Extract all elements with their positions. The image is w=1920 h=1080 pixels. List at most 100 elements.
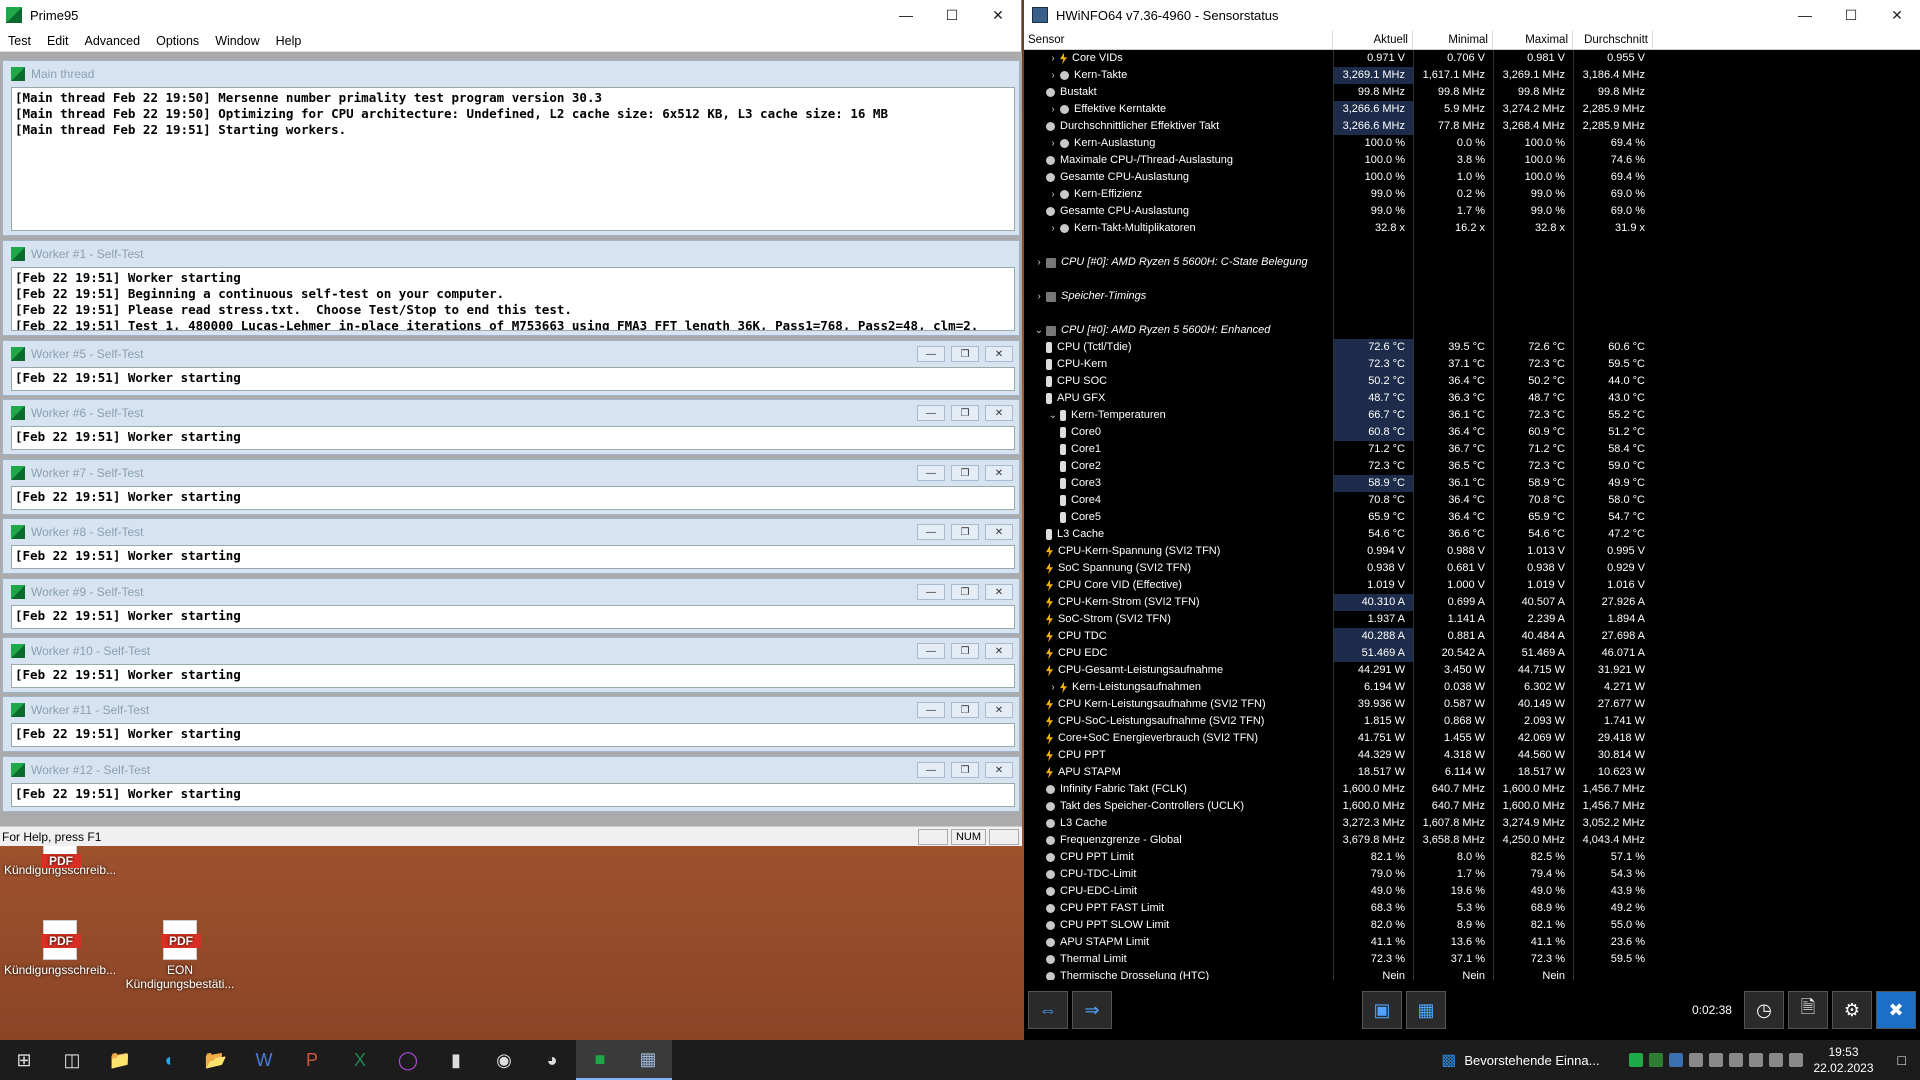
expand-chevron-icon[interactable]: › [1046, 50, 1060, 67]
epic-games-icon[interactable]: ▮ [432, 1040, 480, 1080]
maximize-button[interactable]: ☐ [929, 0, 975, 30]
notifications-icon[interactable]: □ [1898, 1052, 1906, 1068]
sensor-row[interactable]: L3 Cache 54.6 °C 36.6 °C 54.6 °C 47.2 °C [1024, 526, 1920, 543]
network-icon[interactable] [1689, 1053, 1704, 1067]
sensor-row[interactable]: Core0 60.8 °C 36.4 °C 60.9 °C 51.2 °C [1024, 424, 1920, 441]
minimize-button[interactable]: — [917, 405, 945, 421]
nvidia-icon[interactable] [1649, 1053, 1664, 1067]
sensor-row[interactable]: ⌄ Kern-Temperaturen 66.7 °C 36.1 °C 72.3 °C 5… [1024, 407, 1920, 424]
restore-button[interactable]: ❐ [951, 702, 979, 718]
close-button[interactable]: ✕ [985, 584, 1013, 600]
prime95-tray-icon[interactable] [1629, 1053, 1644, 1067]
sensor-row[interactable]: Durchschnittlicher Effektiver Takt 3,266.… [1024, 118, 1920, 135]
sensor-row[interactable]: › Kern-Effizienz 99.0 % 0.2 % 99.0 % 69.0 % [1024, 186, 1920, 203]
clock[interactable]: 19:53 22.02.2023 [1813, 1044, 1873, 1076]
expand-chevron-icon[interactable]: › [1046, 186, 1060, 203]
battery-icon[interactable] [1749, 1053, 1764, 1067]
word-icon[interactable]: W [240, 1040, 288, 1080]
maximize-button[interactable]: ☐ [1828, 0, 1874, 30]
sensor-row[interactable]: › Kern-Leistungsaufnahmen 6.194 W 0.038 W 6.… [1024, 679, 1920, 696]
close-button[interactable]: ✕ [985, 465, 1013, 481]
expand-chevron-icon[interactable]: › [1046, 101, 1060, 118]
hwinfo-tray-icon[interactable] [1669, 1053, 1684, 1067]
folder-icon[interactable]: 📂 [192, 1040, 240, 1080]
expand-chevron-icon[interactable]: › [1032, 288, 1046, 305]
sensor-row[interactable]: APU STAPM 18.517 W 6.114 W 18.517 W 10.623 W [1024, 764, 1920, 781]
layout-icon[interactable]: ▦ [1405, 991, 1446, 1029]
sensor-row[interactable]: Core3 58.9 °C 36.1 °C 58.9 °C 49.9 °C [1024, 475, 1920, 492]
minimize-button[interactable]: — [917, 465, 945, 481]
sensor-row[interactable]: CPU PPT SLOW Limit 82.0 % 8.9 % 82.1 % 55.0 … [1024, 917, 1920, 934]
steam-icon[interactable]: ◕ [528, 1040, 576, 1080]
sensor-row[interactable]: SoC-Strom (SVI2 TFN) 1.937 A 1.141 A 2.239 … [1024, 611, 1920, 628]
notification-item[interactable]: ▩ Bevorstehende Einna... [1441, 1050, 1599, 1070]
expand-chevron-icon[interactable]: › [1046, 679, 1060, 696]
minimize-button[interactable]: — [917, 346, 945, 362]
worker-window[interactable]: Worker #7 - Self-Test — ❐ ✕ [Feb 22 19:51] … [2, 459, 1020, 515]
restore-button[interactable]: ❐ [951, 643, 979, 659]
sensor-row[interactable]: CPU (Tctl/Tdie) 72.6 °C 39.5 °C 72.6 °C 60.6… [1024, 339, 1920, 356]
close-button[interactable]: ✕ [985, 702, 1013, 718]
close-button[interactable]: ✕ [985, 346, 1013, 362]
sensor-row[interactable]: › Core VIDs 0.971 V 0.706 V 0.981 V 0.955 V [1024, 50, 1920, 67]
minimize-button[interactable]: — [917, 762, 945, 778]
sensor-group-row[interactable]: ⌄ CPU [#0]: AMD Ryzen 5 5600H: Enhanced [1024, 322, 1920, 339]
worker-window[interactable]: Worker #8 - Self-Test — ❐ ✕ [Feb 22 19:51] … [2, 518, 1020, 574]
sensor-row[interactable]: Core5 65.9 °C 36.4 °C 65.9 °C 54.7 °C [1024, 509, 1920, 526]
sensor-row[interactable]: CPU-Gesamt-Leistungsaufnahme 44.291 W 3.45… [1024, 662, 1920, 679]
column-header-avg[interactable]: Durchschnitt [1573, 30, 1653, 50]
restore-button[interactable]: ❐ [951, 346, 979, 362]
sensor-row[interactable]: Maximale CPU-/Thread-Auslastung 100.0 % 3.… [1024, 152, 1920, 169]
sensor-row[interactable] [1024, 237, 1920, 254]
minimize-button[interactable]: — [917, 524, 945, 540]
sensor-row[interactable]: › Kern-Auslastung 100.0 % 0.0 % 100.0 % 69.4 … [1024, 135, 1920, 152]
minimize-button[interactable]: — [883, 0, 929, 30]
powerpoint-icon[interactable]: P [288, 1040, 336, 1080]
minimize-button[interactable]: — [917, 702, 945, 718]
expand-chevron-icon[interactable]: › [1046, 220, 1060, 237]
sensor-row[interactable]: Core4 70.8 °C 36.4 °C 70.8 °C 58.0 °C [1024, 492, 1920, 509]
sensor-row[interactable]: CPU PPT FAST Limit 68.3 % 5.3 % 68.9 % 49.2 … [1024, 900, 1920, 917]
log-file-icon[interactable]: 🗎 [1787, 991, 1828, 1029]
sensor-row[interactable]: Infinity Fabric Takt (FCLK) 1,600.0 MHz 64… [1024, 781, 1920, 798]
sensor-row[interactable]: Thermische Drosselung (HTC) Nein Nein Nein [1024, 968, 1920, 980]
sensor-row[interactable]: SoC Spannung (SVI2 TFN) 0.938 V 0.681 V 0.9… [1024, 560, 1920, 577]
sensor-group-row[interactable]: › CPU [#0]: AMD Ryzen 5 5600H: C-State Be… [1024, 254, 1920, 271]
restore-button[interactable]: ❐ [951, 405, 979, 421]
close-icon[interactable]: ✖ [1875, 991, 1916, 1029]
arrows-left-right-icon[interactable]: ⇔ [1028, 991, 1068, 1029]
network-icon[interactable]: ▣ [1361, 991, 1402, 1029]
expand-chevron-icon[interactable]: ⌄ [1032, 322, 1046, 339]
main-thread-window[interactable]: Main thread [Main thread Feb 22 19:50] M… [2, 60, 1020, 236]
file-explorer-icon[interactable]: 📁 [96, 1040, 144, 1080]
sensor-row[interactable]: CPU TDC 40.288 A 0.881 A 40.484 A 27.698 A [1024, 628, 1920, 645]
sensor-row[interactable] [1024, 271, 1920, 288]
close-button[interactable]: ✕ [1874, 0, 1920, 30]
sensor-row[interactable]: CPU-Kern-Spannung (SVI2 TFN) 0.994 V 0.988… [1024, 543, 1920, 560]
menu-help[interactable]: Help [268, 34, 310, 48]
worker-window[interactable]: Worker #10 - Self-Test — ❐ ✕ [Feb 22 19:51]… [2, 637, 1020, 693]
sensor-row[interactable]: CPU-Kern-Strom (SVI2 TFN) 40.310 A 0.699 A… [1024, 594, 1920, 611]
expand-chevron-icon[interactable]: › [1046, 67, 1060, 84]
worker-window[interactable]: Worker #9 - Self-Test — ❐ ✕ [Feb 22 19:51] … [2, 578, 1020, 634]
sensor-row[interactable]: Core+SoC Energieverbrauch (SVI2 TFN) 41.7… [1024, 730, 1920, 747]
sensor-row[interactable]: CPU Kern-Leistungsaufnahme (SVI2 TFN) 39.… [1024, 696, 1920, 713]
worker-window[interactable]: Worker #11 - Self-Test — ❐ ✕ [Feb 22 19:51]… [2, 696, 1020, 752]
sensor-row[interactable]: L3 Cache 3,272.3 MHz 1,607.8 MHz 3,274.9 MH… [1024, 815, 1920, 832]
expand-chevron-icon[interactable]: ⌄ [1046, 407, 1060, 424]
worker-window[interactable]: Worker #12 - Self-Test — ❐ ✕ [Feb 22 19:51]… [2, 756, 1020, 812]
sensor-row[interactable] [1024, 305, 1920, 322]
edge-icon[interactable]: ◖ [144, 1040, 192, 1080]
sensor-row[interactable]: Core2 72.3 °C 36.5 °C 72.3 °C 59.0 °C [1024, 458, 1920, 475]
sensor-row[interactable]: CPU-SoC-Leistungsaufnahme (SVI2 TFN) 1.81… [1024, 713, 1920, 730]
restore-button[interactable]: ❐ [951, 524, 979, 540]
minimize-button[interactable]: — [1782, 0, 1828, 30]
sensor-row[interactable]: CPU PPT Limit 82.1 % 8.0 % 82.5 % 57.1 % [1024, 849, 1920, 866]
sensor-row[interactable]: › Effektive Kerntakte 3,266.6 MHz 5.9 MHz 3,… [1024, 101, 1920, 118]
gear-icon[interactable]: ⚙ [1831, 991, 1872, 1029]
excel-icon[interactable]: X [336, 1040, 384, 1080]
sensor-row[interactable]: Thermal Limit 72.3 % 37.1 % 72.3 % 59.5 % [1024, 951, 1920, 968]
column-header-min[interactable]: Minimal [1413, 30, 1493, 50]
desktop-icon[interactable]: Kündigungsschreib... [0, 920, 120, 977]
restore-button[interactable]: ❐ [951, 465, 979, 481]
